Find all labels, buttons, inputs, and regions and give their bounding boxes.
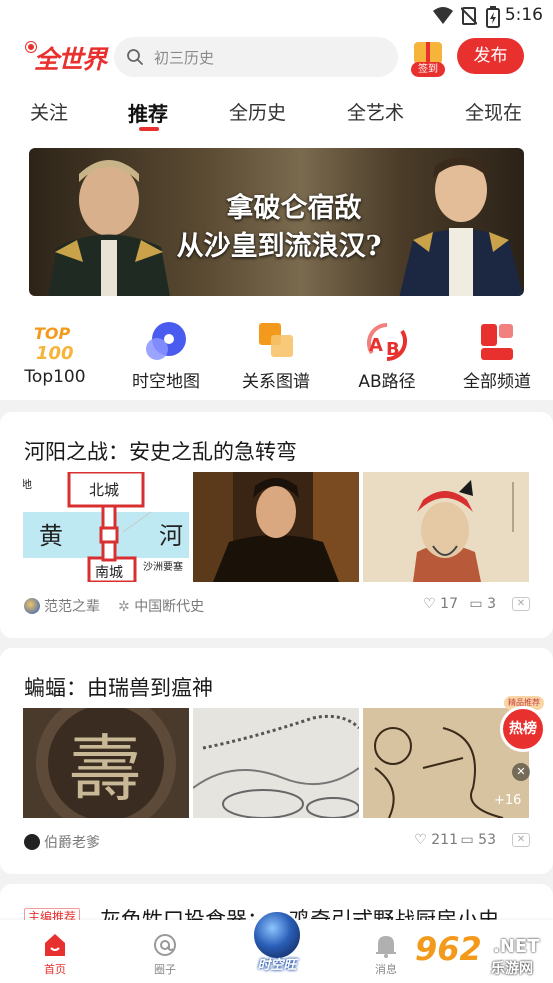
- banner-title-line2: 从沙皇到流浪汉?: [176, 231, 382, 262]
- quicknav-all-channels[interactable]: 全部频道: [442, 319, 552, 392]
- map-label-corner: 地: [23, 478, 32, 491]
- comment-button[interactable]: ▭ 53: [460, 832, 496, 848]
- banner-carousel[interactable]: 拿破仑宿敌 从沙皇到流浪汉?: [29, 148, 524, 296]
- relation-graph-icon: [253, 319, 299, 365]
- bell-icon: [374, 932, 398, 958]
- search-bar[interactable]: 初三历史: [114, 37, 398, 77]
- map-label-yellow: 黄: [39, 522, 63, 550]
- wifi-icon: [432, 6, 454, 30]
- search-icon: [126, 48, 144, 66]
- author-link[interactable]: 范范之辈: [24, 596, 100, 616]
- channel-icon: ✲: [118, 599, 135, 615]
- publish-button[interactable]: 发布: [457, 38, 524, 74]
- drama-still-image[interactable]: [193, 472, 359, 582]
- top100-icon: TOP 100: [32, 319, 78, 365]
- feed-card[interactable]: 蝙蝠：由瑞兽到瘟神 壽 伯爵老爹 ♡ 211 ▭ 53 ✕: [0, 648, 553, 874]
- tab-recommend[interactable]: 推荐: [128, 98, 168, 127]
- map-label-north: 北城: [89, 481, 119, 499]
- comment-button[interactable]: ▭ 3: [469, 596, 496, 612]
- feed-card-title[interactable]: 蝙蝠：由瑞兽到瘟神: [24, 672, 213, 702]
- hot-list-badge[interactable]: 精品推荐 热榜: [498, 696, 550, 752]
- search-placeholder: 初三历史: [154, 49, 215, 67]
- coin-image[interactable]: 壽: [23, 708, 189, 818]
- tsar-portrait-image: [48, 160, 170, 296]
- feed-card-meta: 范范之辈 ✲ 中国断代史 ♡ 17 ▭ 3 ✕: [24, 596, 530, 616]
- like-button[interactable]: ♡ 17: [423, 596, 458, 612]
- comment-icon: ▭: [469, 596, 488, 612]
- nav-home[interactable]: 首页: [25, 932, 85, 977]
- coin-character: 壽: [69, 727, 141, 811]
- heart-icon: ♡: [423, 596, 441, 612]
- ancient-painting-image[interactable]: [363, 472, 529, 582]
- circle-icon: [153, 932, 177, 958]
- all-channels-icon: [474, 319, 520, 365]
- top-bar: 全世界 初三历史 签到 发布: [0, 34, 553, 82]
- feed-card-title[interactable]: 河阳之战：安史之乱的急转弯: [24, 436, 297, 466]
- dismiss-icon[interactable]: ✕: [512, 833, 530, 847]
- carousel-indicator: [264, 287, 289, 296]
- svg-text:TOP: TOP: [34, 324, 71, 343]
- home-icon: [43, 932, 67, 958]
- tab-all-history[interactable]: 全历史: [229, 98, 286, 125]
- quicknav-top100[interactable]: TOP 100 Top100: [0, 319, 110, 387]
- svg-text:B: B: [386, 339, 400, 360]
- like-button[interactable]: ♡ 211: [414, 832, 458, 848]
- spacetime-map-icon: [143, 319, 189, 365]
- app-logo[interactable]: 全世界: [26, 38, 108, 74]
- checkin-gift-button[interactable]: 签到: [410, 38, 446, 80]
- quicknav-ab-path[interactable]: AB AB路径: [332, 319, 442, 392]
- globe-icon: [252, 910, 302, 960]
- heart-icon: ♡: [414, 832, 432, 848]
- napoleon-portrait-image: [399, 157, 524, 296]
- active-tab-indicator: [139, 127, 159, 131]
- tab-follow[interactable]: 关注: [30, 98, 68, 125]
- quicknav-spacetime-map[interactable]: 时空地图: [111, 319, 221, 392]
- battle-map-image[interactable]: 地 北城 黄 河 南城 沙洲要塞: [23, 472, 189, 582]
- hot-badge-label: 热榜: [500, 706, 546, 752]
- no-sim-icon: [460, 6, 478, 30]
- svg-text:100: 100: [36, 343, 74, 364]
- map-label-island: 沙洲要塞: [143, 560, 183, 573]
- channel-tabs: 关注 推荐 全历史 全艺术 全现在: [0, 82, 553, 140]
- quicknav-relation-graph[interactable]: 关系图谱: [221, 319, 331, 392]
- clock: 5:16: [504, 5, 543, 25]
- more-images-count: +16: [494, 793, 522, 808]
- author-link[interactable]: 伯爵老爹: [24, 832, 100, 852]
- nav-messages[interactable]: 消息: [356, 932, 416, 977]
- banner-section: 拿破仑宿敌 从沙皇到流浪汉?: [0, 140, 553, 305]
- sketch-image[interactable]: [193, 708, 359, 818]
- ab-path-icon: AB: [364, 319, 410, 365]
- quick-nav: TOP 100 Top100 时空地图 关系图谱 AB AB路径 全部频道: [0, 305, 553, 400]
- feed-card-meta: 伯爵老爹 ♡ 211 ▭ 53 ✕: [24, 832, 530, 852]
- feed-card-images: 地 北城 黄 河 南城 沙洲要塞: [23, 472, 529, 584]
- feed-card-images: 壽: [23, 708, 529, 820]
- dismiss-icon[interactable]: ✕: [512, 597, 530, 611]
- checkin-label: 签到: [411, 62, 445, 77]
- map-label-river: 河: [159, 522, 183, 550]
- comment-icon: ▭: [460, 832, 479, 848]
- avatar: [24, 598, 40, 614]
- feed-card[interactable]: 河阳之战：安史之乱的急转弯 地 北城 黄 河 南城 沙洲要塞 范范之辈 ✲ 中国…: [0, 412, 553, 638]
- tab-all-now[interactable]: 全现在: [465, 98, 522, 125]
- close-icon[interactable]: ✕: [512, 763, 530, 781]
- channel-link[interactable]: ✲ 中国断代史: [118, 596, 204, 616]
- status-bar: 5:16: [0, 0, 553, 34]
- nav-circle[interactable]: 圈子: [135, 932, 195, 977]
- site-watermark-logo: 962 .NET 乐游网: [415, 930, 540, 977]
- svg-text:A: A: [369, 335, 383, 356]
- banner-title-line1: 拿破仑宿敌: [226, 193, 362, 224]
- avatar: [24, 834, 40, 850]
- tab-all-art[interactable]: 全艺术: [347, 98, 404, 125]
- map-label-south: 南城: [95, 565, 123, 581]
- nav-spacetime-globe[interactable]: 时空旺: [246, 910, 310, 978]
- battery-icon: [486, 6, 500, 32]
